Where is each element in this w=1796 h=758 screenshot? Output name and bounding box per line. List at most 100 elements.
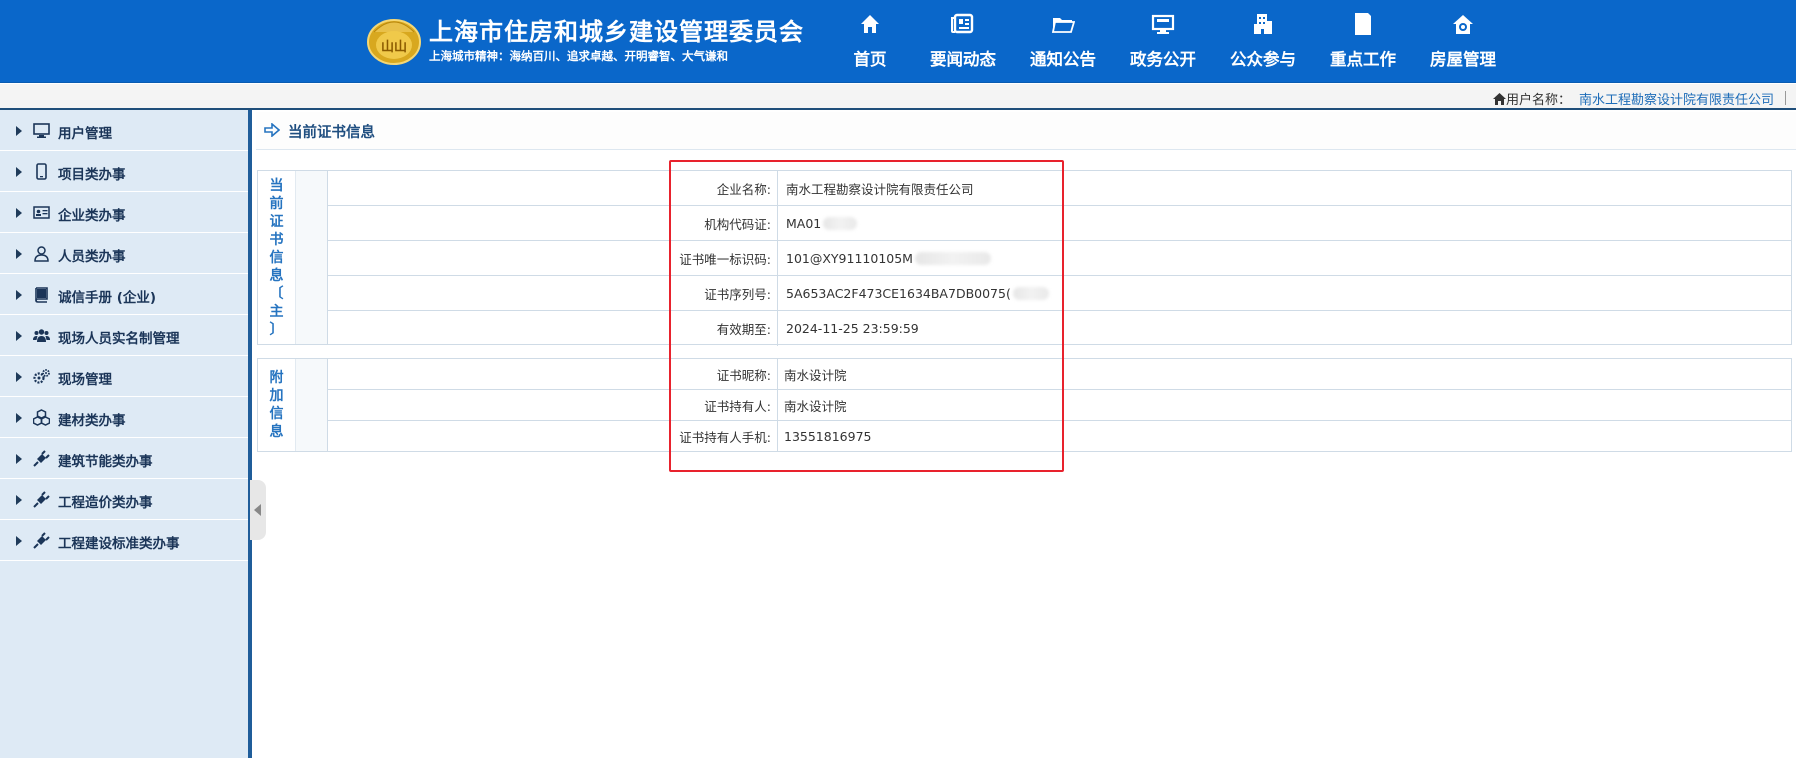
home-icon [1492,93,1506,105]
group-icon [33,329,50,342]
sidebar-item-enterprise[interactable]: 企业类办事 [0,192,248,233]
logo-icon[interactable]: 山山 [366,14,422,66]
sidebar-item-user-management[interactable]: 用户管理 [0,110,248,151]
extra-row-nickname: 证书昵称: 南水设计院 [328,359,1792,390]
cert-row-company: 企业名称: 南水工程勘察设计院有限责任公司 [328,171,1792,206]
field-value: MA01 [786,206,858,240]
caret-right-icon [16,126,22,136]
panel-title: 当前证书信息 [288,125,375,141]
caret-right-icon [16,454,22,464]
sidebar-item-building-materials[interactable]: 建材类办事 [0,397,248,438]
news-icon [951,13,974,34]
sidebar-item-standards[interactable]: 工程建设标准类办事 [0,520,248,561]
username-label: 用户名称： [1505,93,1571,108]
logo-text: 山山 [381,39,407,55]
site-header: 山山 上海市住房和城乡建设管理委员会 上海城市精神：海纳百川、追求卓越、开明睿智… [0,0,1796,83]
nav-news[interactable]: 要闻动态 [913,0,1013,83]
sidebar-collapse-handle[interactable] [250,480,266,540]
sidebar-item-site-management[interactable]: 现场管理 [0,356,248,397]
username-link[interactable]: 南水工程勘察设计院有限责任公司 [1579,93,1774,108]
home-icon [861,15,879,33]
redacted-mask [823,216,858,230]
plug-icon [33,450,50,467]
field-value: 南水设计院 [784,398,847,414]
caret-right-icon [16,536,22,546]
nav-label: 政务公开 [1130,50,1196,69]
redacted-mask [1012,286,1049,300]
chevron-left-icon [254,504,261,516]
section-spacer [295,171,328,344]
field-value: 南水工程勘察设计院有限责任公司 [786,181,974,197]
nav-gov-affairs[interactable]: 政务公开 [1113,0,1213,83]
nav-public-participation[interactable]: 公众参与 [1213,0,1313,83]
book-icon [35,287,48,303]
site-slogan: 上海城市精神：海纳百川、追求卓越、开明睿智、大气谦和 [429,49,728,63]
nav-home[interactable]: 首页 [820,0,920,83]
gears-icon [33,369,50,384]
sidebar-item-label: 用户管理 [58,126,112,142]
sidebar-item-label: 建材类办事 [58,413,126,429]
field-label: 证书持有人手机: [328,421,778,452]
building-icon [1254,14,1272,34]
section-label: 附加信息 [258,359,295,451]
nav-notices[interactable]: 通知公告 [1013,0,1113,83]
tablet-icon [36,163,47,180]
caret-right-icon [16,495,22,505]
sidebar-item-label: 工程造价类办事 [58,495,153,511]
divider [1785,91,1786,105]
sidebar-item-project[interactable]: 项目类办事 [0,151,248,192]
sidebar-item-label: 企业类办事 [58,208,126,224]
caret-right-icon [16,290,22,300]
user-icon [34,246,49,262]
nav-label: 要闻动态 [930,50,996,69]
site-title: 上海市住房和城乡建设管理委员会 [429,18,804,46]
sidebar-item-label: 项目类办事 [58,167,126,183]
cert-row-unique-id: 证书唯一标识码: 101@XY91110105M [328,241,1792,276]
nav-label: 房屋管理 [1430,50,1496,69]
caret-right-icon [16,249,22,259]
sidebar-item-label: 现场管理 [58,372,112,388]
sidebar: 用户管理 项目类办事 企业类办事 人员类办事 诚信手册 (企业) 现场人员实名制… [0,110,252,758]
cert-row-expiry: 有效期至: 2024-11-25 23:59:59 [328,311,1792,346]
nav-label: 重点工作 [1330,50,1396,69]
field-value: 101@XY91110105M [786,241,991,275]
section-spacer [295,359,328,451]
house-gear-icon [1453,15,1473,34]
nav-key-work[interactable]: 重点工作 [1313,0,1413,83]
sidebar-item-integrity-handbook[interactable]: 诚信手册 (企业) [0,274,248,315]
sidebar-item-label: 建筑节能类办事 [58,454,153,470]
sidebar-item-label: 人员类办事 [58,249,126,265]
nav-label: 首页 [853,50,887,69]
field-value: 5A653AC2F473CE1634BA7DB0075( [786,276,1049,310]
plug-icon [33,532,50,549]
id-card-icon [33,206,50,219]
extra-row-holder: 证书持有人: 南水设计院 [328,390,1792,421]
redacted-mask [914,251,991,265]
field-value: 2024-11-25 23:59:59 [786,321,919,336]
field-label: 证书唯一标识码: [328,241,778,275]
caret-right-icon [16,208,22,218]
cert-row-org-code: 机构代码证: MA01 [328,206,1792,241]
field-label: 证书序列号: [328,276,778,310]
field-value: 13551816975 [784,429,872,444]
section-label: 当前证书信息〔主〕 [258,171,295,344]
cubes-icon [33,409,50,426]
user-bar: 用户名称： 南水工程勘察设计院有限责任公司 [0,84,1796,110]
sidebar-item-label: 诚信手册 (企业) [58,290,157,306]
field-label: 有效期至: [328,311,778,346]
panel-header: 当前证书信息 [256,112,1796,150]
sidebar-item-label: 现场人员实名制管理 [58,331,180,347]
nav-housing[interactable]: 房屋管理 [1413,0,1513,83]
caret-right-icon [16,167,22,177]
field-label: 证书持有人: [328,390,778,420]
sidebar-item-energy-saving[interactable]: 建筑节能类办事 [0,438,248,479]
sidebar-item-label: 工程建设标准类办事 [58,536,180,552]
field-label: 企业名称: [328,171,778,205]
monitor-icon [33,123,50,138]
sidebar-item-onsite-realname[interactable]: 现场人员实名制管理 [0,315,248,356]
sidebar-item-cost[interactable]: 工程造价类办事 [0,479,248,520]
field-label: 机构代码证: [328,206,778,240]
current-cert-section: 当前证书信息〔主〕 企业名称: 南水工程勘察设计院有限责任公司 机构代码证: M… [257,170,1792,346]
sidebar-item-personnel[interactable]: 人员类办事 [0,233,248,274]
field-label: 证书昵称: [328,359,778,389]
